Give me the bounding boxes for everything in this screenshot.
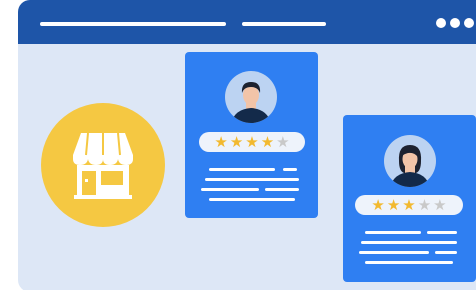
man-avatar-icon bbox=[225, 71, 277, 123]
text-placeholder-line bbox=[209, 168, 275, 171]
window-dot-icon bbox=[464, 18, 474, 28]
star-filled-icon: ★ bbox=[260, 132, 275, 151]
text-placeholder-line bbox=[283, 168, 297, 171]
text-placeholder-line bbox=[205, 178, 299, 181]
window-dot-icon bbox=[450, 18, 460, 28]
star-rating: ★ ★ ★ ★ ★ bbox=[199, 132, 305, 152]
store-badge bbox=[41, 103, 165, 227]
text-placeholder-line bbox=[427, 231, 457, 234]
text-placeholder-line bbox=[365, 261, 453, 264]
star-rating: ★ ★ ★ ★ ★ bbox=[355, 195, 463, 215]
text-placeholder-line bbox=[435, 251, 457, 254]
star-empty-icon: ★ bbox=[433, 195, 447, 214]
star-filled-icon: ★ bbox=[402, 195, 416, 214]
star-filled-icon: ★ bbox=[229, 132, 244, 151]
star-filled-icon: ★ bbox=[245, 132, 259, 151]
review-card: ★ ★ ★ ★ ★ bbox=[185, 52, 318, 218]
star-filled-icon: ★ bbox=[386, 195, 401, 214]
text-placeholder-line bbox=[265, 188, 299, 191]
window-dot-icon bbox=[436, 18, 446, 28]
woman-avatar-icon bbox=[384, 135, 436, 187]
window-titlebar bbox=[18, 0, 476, 44]
review-card: ★ ★ ★ ★ ★ bbox=[343, 115, 476, 282]
star-filled-icon: ★ bbox=[214, 132, 228, 151]
text-placeholder-line bbox=[209, 198, 295, 201]
illustration: ★ ★ ★ ★ ★ ★ ★ ★ ★ ★ bbox=[0, 0, 476, 290]
star-filled-icon: ★ bbox=[371, 195, 385, 214]
text-placeholder-line bbox=[201, 188, 259, 191]
storefront-icon bbox=[73, 132, 133, 199]
title-placeholder-line-short bbox=[242, 22, 326, 26]
title-placeholder-line bbox=[40, 22, 226, 26]
star-empty-icon: ★ bbox=[417, 195, 432, 214]
text-placeholder-line bbox=[361, 241, 457, 244]
star-empty-icon: ★ bbox=[276, 132, 290, 151]
text-placeholder-line bbox=[365, 231, 421, 234]
text-placeholder-line bbox=[359, 251, 429, 254]
